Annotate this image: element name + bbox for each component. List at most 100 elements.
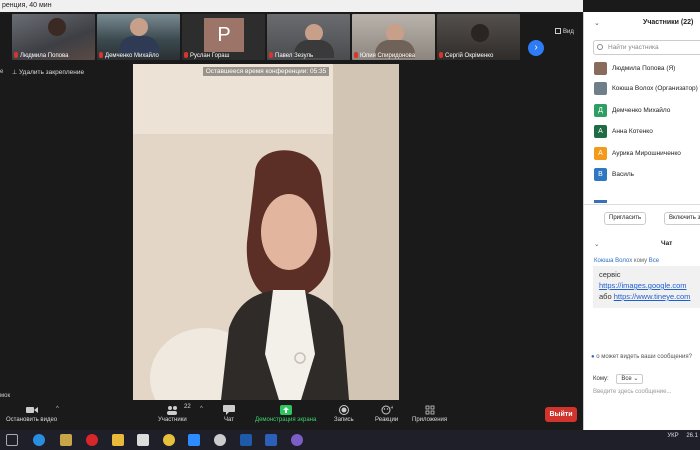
task-view-icon[interactable] [6,434,18,446]
reactions-label: Реакции [375,417,399,423]
chat-input-placeholder: Введите здесь сообщение... [593,389,672,395]
word-icon[interactable] [265,434,277,446]
collapse-chevron-icon[interactable]: ⌄ [594,19,600,27]
record-button[interactable]: Запись [334,405,354,423]
view-button[interactable]: Вид [555,28,574,35]
chat-title: Чат [661,240,673,247]
window-title-bar: ренция, 40 мин [0,0,583,12]
opera-icon[interactable] [86,434,98,446]
chevron-up-icon[interactable]: ^ [200,406,203,412]
avatar [594,62,607,75]
settings-gear-icon[interactable] [214,434,226,446]
photos-icon[interactable] [240,434,252,446]
who-can-see-label: о может видеть ваши сообщения? [596,354,692,360]
apps-label: Приложения [412,417,448,423]
participants-title: Участники (22) [643,19,694,26]
file-explorer-icon[interactable] [112,434,124,446]
cut-off-label: мок [0,393,11,399]
chat-recipient[interactable]: Все [649,258,659,264]
mail-icon[interactable] [137,434,149,446]
tile-name: Людмила Попова [20,53,69,59]
video-tile[interactable]: Юлия Спиридонова [352,14,435,60]
participants-label: Участники [158,417,187,423]
participant-search-input[interactable]: Найти участника [593,40,700,55]
recipient-select[interactable]: Все ⌄ [616,374,644,384]
muted-mic-icon [184,52,188,58]
list-overflow-indicator [594,200,607,203]
record-icon [338,405,349,415]
viber-icon[interactable] [291,434,303,446]
gallery-strip: Людмила Попова Демченко Михайло P Руслан… [0,12,583,62]
chat-or-word: або [599,292,612,301]
chat-to-word: кому [633,258,648,264]
stop-video-button[interactable]: Остановить видео [6,405,57,423]
collapse-chevron-icon[interactable]: ⌄ [594,240,599,248]
recipient-select-value: Все [621,376,632,382]
video-tile[interactable]: Людмила Попова [12,14,95,60]
apps-icon [425,405,434,415]
window-title: ренция, 40 мин [2,2,52,9]
leave-meeting-button[interactable]: Выйти [545,407,577,422]
participants-header: ⌄ Участники (22) [584,12,700,34]
participant-silhouette [471,24,489,42]
cut-off-label: е [0,69,4,75]
chat-message-header: Коюша Волох кому Все [594,258,659,264]
chevron-up-icon[interactable]: ^ [56,406,59,412]
stop-video-label: Остановить видео [6,417,58,423]
zoom-icon[interactable] [188,434,200,446]
chat-message-text: сервіс [599,270,621,279]
chrome-icon[interactable] [163,434,175,446]
participant-name: Людмила Попова (Я) [612,65,676,72]
video-tile[interactable]: Павел Зезуль [267,14,350,60]
pin-icon: ⊥ [12,70,18,76]
avatar [594,82,607,95]
smiley-plus-icon: + [381,405,393,415]
unmute-all-button[interactable]: Включить з [664,212,700,225]
speaker-video-frame [133,64,399,400]
side-panel: ⌄ Участники (22) Найти участника Людмила… [583,12,700,430]
share-screen-button[interactable]: Демонстрация экрана [255,405,316,423]
edge-browser-icon[interactable] [33,434,45,446]
participant-silhouette [130,18,148,36]
tile-name: Сергій Окріменко [445,53,494,59]
to-label: Кому: [593,376,609,382]
unpin-button[interactable]: ⊥ Удалить закрепление [12,69,84,76]
chat-bubble-icon [223,405,235,415]
next-page-button[interactable]: › [528,40,544,56]
who-can-see-link[interactable]: ● о может видеть ваши сообщения? [591,354,692,360]
participants-count: 22 [184,404,191,410]
chat-message-input[interactable]: Введите здесь сообщение... [593,389,672,395]
view-label: Вид [563,29,574,35]
reactions-button[interactable]: + Реакции [375,405,398,423]
video-camera-icon [25,407,38,413]
avatar: А [594,147,607,160]
participant-name: Аурика Мирошниченко [612,150,681,157]
chat-button[interactable]: Чат [223,405,235,423]
tile-name: Демченко Михайло [105,53,159,59]
participant-name: Василь [612,171,635,178]
participants-button[interactable]: Участники [158,405,187,423]
chat-sender[interactable]: Коюша Волох [594,258,632,264]
share-screen-icon [279,405,292,415]
clock[interactable]: 26.1 [686,433,698,439]
search-icon [597,44,603,50]
participant-name: Анна Котенко [612,128,653,135]
video-tile[interactable]: P Руслан Гораш [182,14,265,60]
video-tile[interactable]: Сергій Окріменко [437,14,520,60]
muted-mic-icon [354,52,358,58]
unpin-label: Удалить закрепление [19,69,85,76]
language-indicator[interactable]: УКР [667,433,678,439]
people-icon: ● [591,354,595,360]
video-tile[interactable]: Демченко Михайло [97,14,180,60]
muted-mic-icon [14,52,18,58]
chat-link[interactable]: https://www.tineye.com [614,292,691,301]
store-icon[interactable] [60,434,72,446]
chat-message: сервіс https://images.google.com або htt… [593,266,700,308]
muted-mic-icon [269,52,273,58]
avatar: А [594,125,607,138]
invite-button[interactable]: Пригласить [604,212,647,225]
active-speaker-video: Оставшееся время конференции: 05:35 [133,64,399,400]
chat-link[interactable]: https://images.google.com [599,280,700,291]
apps-button[interactable]: Приложения [412,405,447,423]
participants-icon [167,406,178,415]
